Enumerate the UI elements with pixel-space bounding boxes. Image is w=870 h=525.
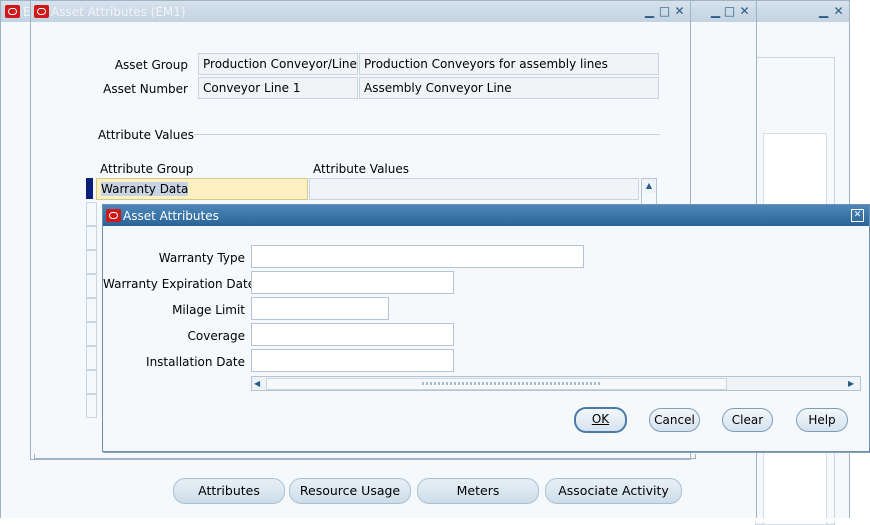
close-icon[interactable]: ✕: [851, 209, 864, 222]
close-icon[interactable]: ✕: [738, 5, 751, 18]
asset-group-label: Asset Group: [114, 58, 188, 72]
row-stub: [86, 226, 97, 250]
asset-number-field[interactable]: Conveyor Line 1: [198, 77, 358, 99]
asset-number-label: Asset Number: [103, 82, 188, 96]
scrollbar-grip: [422, 382, 602, 385]
section-divider: [194, 134, 660, 135]
row-stub: [86, 394, 97, 418]
attributes-button[interactable]: Attributes: [173, 478, 285, 504]
clear-button-label: Clear: [731, 413, 764, 427]
attribute-group-cell-selected[interactable]: Warranty Data: [96, 178, 308, 200]
dialog-titlebar: Asset Attributes ✕: [103, 205, 869, 226]
asset-attributes-titlebar: Asset Attributes (EM1) ▁ □ ✕: [31, 1, 690, 22]
window-title: Asset Attributes (EM1): [51, 5, 186, 19]
attribute-group-column-header: Attribute Group: [100, 162, 194, 176]
ok-button[interactable]: OK: [574, 407, 627, 433]
row-stubs: [86, 202, 102, 420]
row-stub: [86, 322, 97, 346]
scroll-right-icon[interactable]: ▶: [848, 377, 854, 390]
scrollbar-thumb[interactable]: [266, 378, 727, 390]
bottom-edge: [0, 518, 870, 522]
oracle-logo-icon: [5, 5, 20, 18]
help-button-label: Help: [808, 413, 836, 427]
minimize-icon[interactable]: ▁: [643, 5, 656, 18]
cancel-button[interactable]: Cancel: [649, 408, 700, 432]
milage-limit-input[interactable]: [251, 297, 389, 320]
dialog-title: Asset Attributes: [123, 209, 219, 223]
minimize-icon[interactable]: ▁: [817, 5, 830, 18]
row-stub: [86, 202, 97, 226]
asset-group-description[interactable]: Production Conveyors for assembly lines: [359, 53, 659, 75]
close-icon[interactable]: ✕: [673, 5, 686, 18]
cancel-button-label: Cancel: [654, 413, 695, 427]
warranty-type-input[interactable]: [251, 245, 584, 268]
coverage-label: Coverage: [187, 329, 246, 343]
asset-group-field[interactable]: Production Conveyor/Line: [198, 53, 358, 75]
ok-button-label: OK: [591, 412, 610, 426]
warranty-type-label: Warranty Type: [158, 251, 245, 265]
help-button[interactable]: Help: [796, 408, 848, 432]
attribute-values-cell[interactable]: [309, 178, 639, 200]
attribute-values-section-title: Attribute Values: [98, 128, 195, 142]
row-stub: [86, 274, 97, 298]
coverage-input[interactable]: [251, 323, 454, 346]
row-stub: [86, 250, 97, 274]
asset-number-description[interactable]: Assembly Conveyor Line: [359, 77, 659, 99]
warranty-expiration-date-label: Warranty Expiration Date: [103, 277, 256, 291]
horizontal-scrollbar[interactable]: ◀ ▶: [251, 376, 861, 391]
clear-button[interactable]: Clear: [722, 408, 773, 432]
attribute-group-cell-text: Warranty Data: [101, 182, 189, 196]
resource-usage-button[interactable]: Resource Usage: [289, 478, 411, 504]
oracle-logo-icon: [34, 5, 49, 18]
oracle-logo-icon: [106, 209, 121, 222]
current-record-indicator: [86, 178, 93, 199]
meters-button[interactable]: Meters: [417, 478, 539, 504]
close-icon[interactable]: ✕: [832, 5, 845, 18]
row-stub: [86, 298, 97, 322]
associate-activity-button[interactable]: Associate Activity: [545, 478, 682, 504]
row-stub: [86, 370, 97, 394]
attribute-values-column-header: Attribute Values: [313, 162, 410, 176]
row-stub: [86, 346, 97, 370]
milage-limit-label: Milage Limit: [172, 303, 245, 317]
installation-date-input[interactable]: [251, 349, 454, 372]
warranty-expiration-date-input[interactable]: [251, 271, 454, 294]
window-bottom-edge: [34, 454, 696, 459]
maximize-icon[interactable]: □: [723, 5, 736, 18]
asset-attributes-dialog: Asset Attributes ✕ Warranty Type Warrant…: [102, 204, 870, 452]
scroll-left-icon[interactable]: ◀: [254, 377, 260, 390]
installation-date-label: Installation Date: [146, 355, 245, 369]
minimize-icon[interactable]: ▁: [709, 5, 722, 18]
scroll-up-button[interactable]: ▲: [641, 178, 657, 194]
maximize-icon[interactable]: □: [658, 5, 671, 18]
